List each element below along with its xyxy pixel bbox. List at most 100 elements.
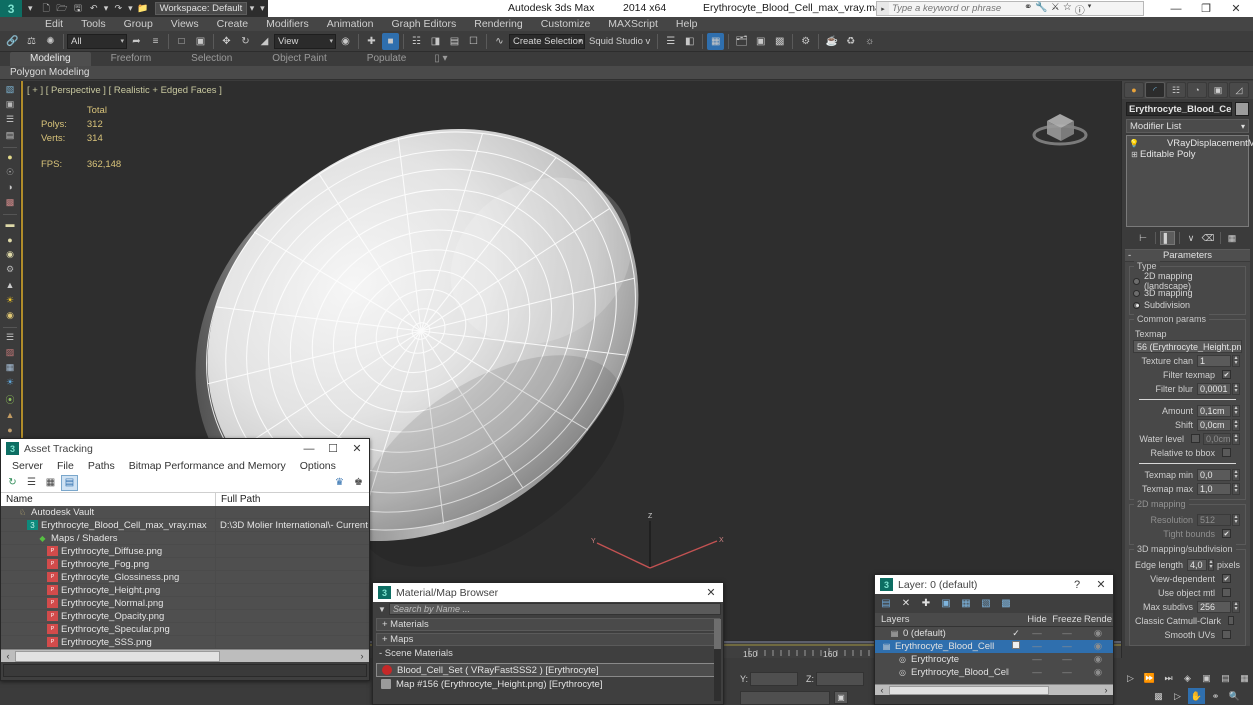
cone-primitive-icon[interactable]: ▲	[3, 280, 18, 291]
toggle-scene-explorer-icon[interactable]: ▦	[707, 32, 725, 50]
layer-hide-cell[interactable]: —	[1023, 654, 1051, 665]
layer-render-icon[interactable]: ◉	[1083, 667, 1113, 678]
viewport-label[interactable]: [ + ] [ Perspective ] [ Realistic + Edge…	[27, 85, 222, 96]
menu-item-modifiers[interactable]: Modifiers	[257, 17, 318, 31]
curve-editor-icon[interactable]: ∿	[491, 33, 508, 50]
selection-set-field[interactable]: Create Selection Se	[509, 33, 585, 49]
layer-properties-icon[interactable]: ▩	[999, 597, 1013, 611]
show-end-result-icon[interactable]: ▌	[1159, 231, 1175, 245]
type-option-2d[interactable]: 2D mapping (landscape)	[1133, 271, 1242, 291]
object-color-swatch[interactable]	[1235, 102, 1249, 116]
help-chevron-icon[interactable]: ▾	[1088, 2, 1092, 17]
rectangular-selection-region-icon[interactable]: □	[173, 33, 190, 50]
disc-light-icon[interactable]: ◉	[3, 310, 18, 321]
undo-chevron-icon[interactable]: ▾	[103, 1, 109, 16]
zoom-tool-icon[interactable]: 🔍	[1226, 688, 1243, 704]
layer-freeze-cell[interactable]: —	[1051, 654, 1083, 665]
asset-tracking-hscrollbar[interactable]: ‹ ›	[1, 649, 369, 662]
texmap-button[interactable]: 56 (Erythrocyte_Height.png)	[1133, 340, 1242, 353]
table-row[interactable]: P Erythrocyte_SSS.png	[1, 636, 369, 649]
max-subdivs-spinner[interactable]: ▴ ▾	[1232, 600, 1240, 613]
modifier-list-dropdown[interactable]: Modifier List	[1126, 119, 1249, 133]
ribbon-tab-populate[interactable]: Populate	[347, 52, 426, 66]
layer-hide-cell[interactable]: —	[1023, 667, 1051, 678]
use-object-mtl-checkbox[interactable]	[1222, 588, 1231, 597]
edge-length-input[interactable]: 4,0	[1187, 558, 1207, 571]
help-search-box[interactable]: ▸	[876, 1, 1144, 16]
menu-item-tools[interactable]: Tools	[72, 17, 115, 31]
zoom-extents-icon[interactable]: ▣	[1198, 670, 1215, 686]
vray-light-icon[interactable]: ●	[3, 151, 18, 162]
snaps-toggle-icon[interactable]: ✚	[363, 33, 380, 50]
camera-icon[interactable]: ☉	[3, 167, 18, 178]
table-row[interactable]: P Erythrocyte_Glossiness.png	[1, 571, 369, 584]
vray-fur-icon[interactable]: ▨	[3, 347, 18, 358]
new-file-icon[interactable]: 🗋	[39, 1, 53, 16]
leaf-icon[interactable]: ⦿	[3, 393, 18, 406]
render-setup-icon[interactable]: ▩	[771, 33, 788, 50]
material-search-input[interactable]: Search by Name ...	[389, 603, 721, 615]
group-scene-materials[interactable]: - Scene Materials	[376, 648, 720, 661]
table-row[interactable]: 3 Erythrocyte_Blood_Cell_max_vray.max D:\…	[1, 519, 369, 532]
menu-item-animation[interactable]: Animation	[318, 17, 383, 31]
asset-tracking-window[interactable]: 3 Asset Tracking — ☐ ✕ Server File Paths…	[0, 438, 370, 681]
close-button[interactable]: ✕	[1221, 0, 1251, 17]
menu-item-rendering[interactable]: Rendering	[465, 17, 531, 31]
viewcube-icon[interactable]	[1027, 95, 1093, 155]
pan-view-icon[interactable]: ✋	[1188, 688, 1205, 704]
redo-chevron-icon[interactable]: ▾	[127, 1, 133, 16]
list-item[interactable]: ▤ 0 (default) ✓ — — ◉	[875, 627, 1113, 640]
star-icon[interactable]: ☆	[1063, 2, 1072, 17]
paint-deform-icon[interactable]: ▧	[3, 84, 18, 95]
catmull-clark-checkbox[interactable]	[1228, 616, 1235, 625]
table-row[interactable]: ♘ Autodesk Vault	[1, 506, 369, 519]
filter-blur-input[interactable]: 0,0001	[1197, 382, 1231, 395]
scroll-thumb[interactable]	[15, 650, 220, 662]
table-row[interactable]: ◆ Maps / Shaders	[1, 532, 369, 545]
modify-tab[interactable]: ◜	[1145, 82, 1165, 98]
ribbon-tab-selection[interactable]: Selection	[171, 52, 252, 66]
maximize-viewport-icon[interactable]: ▷	[1169, 688, 1186, 704]
layer-list-icon[interactable]: ▤	[3, 130, 18, 141]
plane-primitive-icon[interactable]: ▬	[3, 219, 18, 230]
key-mode-icon[interactable]: ▣	[834, 691, 848, 704]
layer-rows[interactable]: ▤ 0 (default) ✓ — — ◉ ▤ Erythrocyte_Blood_…	[875, 627, 1113, 684]
app-menu-chevron-icon[interactable]: ▾	[23, 1, 37, 16]
texture-chan-input[interactable]: 1	[1197, 354, 1231, 367]
menu-item-customize[interactable]: Customize	[532, 17, 600, 31]
select-and-scale-icon[interactable]: ◢	[256, 33, 273, 50]
scroll-thumb[interactable]	[714, 619, 721, 649]
modifier-stack-item-vraydisplacement[interactable]: 💡 VRayDisplacementMod	[1129, 138, 1253, 149]
reference-coordinate-dropdown[interactable]: View	[274, 33, 336, 49]
layer-window[interactable]: 3 Layer: 0 (default) ? ✕ ▤ ✕ ✚ ▣ ▦ ▧ ▩ L…	[874, 574, 1114, 705]
globe-icon[interactable]: ☀	[3, 377, 18, 388]
asset-tracking-titlebar[interactable]: 3 Asset Tracking — ☐ ✕	[1, 439, 369, 458]
y-coord-input[interactable]	[750, 672, 798, 686]
menu-item-views[interactable]: Views	[162, 17, 208, 31]
hair-fur-icon[interactable]: ☰	[3, 332, 18, 343]
z-coord-input[interactable]	[816, 672, 864, 686]
window-crossing-icon[interactable]: ▣	[192, 33, 209, 50]
align-tool-icon[interactable]: ◧	[681, 33, 698, 50]
layer-window-titlebar[interactable]: 3 Layer: 0 (default) ? ✕	[875, 575, 1113, 594]
group-maps[interactable]: + Maps	[376, 633, 720, 646]
search-input[interactable]	[889, 2, 1143, 15]
scroll-left-icon[interactable]: ‹	[1, 651, 15, 661]
layer-hide-cell[interactable]: —	[1023, 641, 1051, 652]
table-row[interactable]: P Erythrocyte_Normal.png	[1, 597, 369, 610]
ribbon-tab-object-paint[interactable]: Object Paint	[252, 52, 346, 66]
scroll-right-icon[interactable]: ›	[1099, 685, 1113, 695]
layer-checkbox[interactable]	[1009, 641, 1023, 652]
maximize-button[interactable]: ❐	[1191, 0, 1221, 17]
material-item-map-156[interactable]: Map #156 (Erythrocyte_Height.png) [Eryth…	[376, 677, 720, 691]
search-expand-icon[interactable]: ▸	[877, 5, 889, 13]
search-options-chevron-icon[interactable]: ▼	[375, 605, 389, 614]
menu-item-maxscript[interactable]: MAXScript	[599, 17, 667, 31]
next-frame-icon[interactable]: ⏩	[1141, 670, 1158, 686]
thumbnail-view-icon[interactable]: ▦	[42, 475, 59, 491]
layer-window-close-button[interactable]: ✕	[1089, 575, 1113, 594]
vault-settings-icon[interactable]: ♚	[350, 475, 367, 491]
add-selection-to-layer-icon[interactable]: ✚	[919, 597, 933, 611]
layer-explorer-icon[interactable]: ☐	[465, 33, 482, 50]
texture-chan-spinner[interactable]: ▴ ▾	[1232, 354, 1240, 367]
